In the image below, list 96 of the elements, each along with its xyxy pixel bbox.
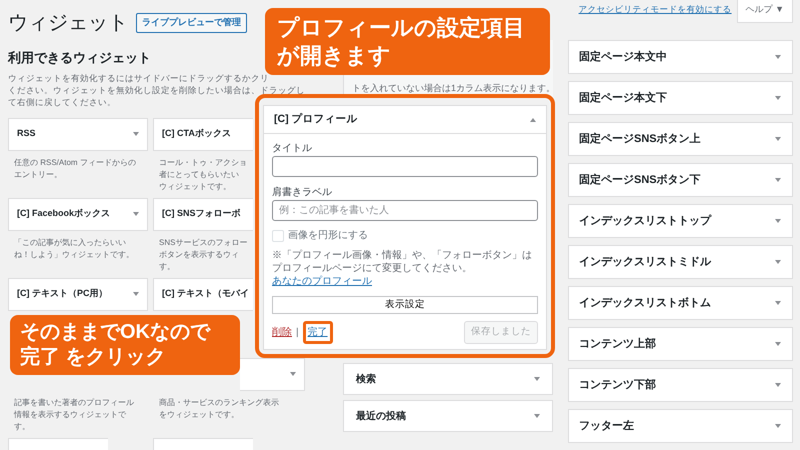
caret-icon	[775, 219, 781, 223]
caret-icon	[775, 55, 781, 59]
widget-description: ね！しよう」ウィジェットです。	[14, 248, 134, 260]
callout-text: 完了 をクリック	[20, 345, 167, 370]
caret-icon	[775, 301, 781, 305]
widget-title: フッター左	[579, 418, 634, 434]
widget-title: コンテンツ下部	[579, 378, 656, 393]
caret-icon	[775, 260, 781, 264]
widget-card[interactable]: RSS	[8, 118, 148, 150]
round-image-checkbox[interactable]	[272, 230, 284, 242]
done-link[interactable]: 完了	[302, 321, 333, 344]
widget-description: 者にとってもらいたい	[159, 168, 239, 180]
profile-link[interactable]: あなたのプロフィール	[272, 276, 372, 287]
caret-icon	[775, 178, 781, 182]
page-title: ウィジェット	[8, 11, 128, 36]
display-settings-button[interactable]: 表示設定	[272, 296, 538, 314]
caret-icon	[133, 212, 139, 216]
widget-title: [C] SNSフォローボ	[162, 207, 240, 220]
callout-text: が開きます	[277, 42, 392, 69]
widget-title: [C] CTAボックス	[162, 127, 231, 140]
widget-description: コール・トゥ・アクショ	[159, 156, 247, 168]
widget-card[interactable]: [C] SNSフォローボ	[153, 198, 253, 230]
widget-description: 記事を書いた著者のプロフィール	[14, 396, 134, 408]
widget-card[interactable]: [C] CTAボックス	[153, 118, 253, 150]
sidebar-description: トを入れていない場合は1カラム表示になります。	[352, 83, 556, 93]
widget-header[interactable]: [C] プロフィール	[264, 106, 546, 134]
caret-icon	[534, 414, 540, 418]
sidebar-widget[interactable]: インデックスリストトップ	[568, 204, 793, 238]
widget-title: [C] テキスト（PC用）	[17, 287, 108, 300]
field-label: 肩書きラベル	[272, 186, 333, 200]
sidebar-widget[interactable]: コンテンツ下部	[568, 368, 793, 402]
widget-title: 固定ページ本文中	[579, 50, 667, 65]
widget-description: す。	[14, 420, 30, 432]
sidebar-widget[interactable]: 固定ページSNSボタン上	[568, 122, 793, 156]
delete-link[interactable]: 削除	[272, 325, 292, 340]
widget-title: [C] Facebookボックス	[17, 207, 110, 220]
section-heading: 利用できるウィジェット	[8, 49, 151, 67]
sidebar-widget[interactable]: 検索	[343, 363, 553, 395]
field-label: タイトル	[272, 142, 313, 156]
sidebar-widget[interactable]: インデックスリストボトム	[568, 286, 793, 320]
checkbox-label: 画像を円形にする	[288, 229, 368, 243]
help-button[interactable]: ヘルプ ▼	[736, 0, 793, 22]
description-text: ください。ウィジェットを無効化し設定を削除したい場合は、ドラッグし	[8, 84, 305, 96]
description-text: ウィジェットを有効化するにはサイドバーにドラッグするかクリ	[8, 72, 269, 84]
caret-icon	[133, 132, 139, 136]
accessibility-link[interactable]: アクセシビリティモードを有効にする	[578, 3, 732, 16]
caret-icon	[775, 383, 781, 387]
widget-description: SNSサービスのフォロー	[159, 236, 248, 248]
caret-icon	[530, 118, 536, 122]
caret-icon	[775, 96, 781, 100]
sidebar-widget[interactable]: 最近の投稿	[343, 400, 553, 432]
widget-title: インデックスリストミドル	[579, 254, 711, 270]
widget-description: 「この記事が気に入ったらいい	[14, 236, 126, 248]
widget-description: 情報を表示するウィジェットで	[14, 408, 126, 420]
widget-card[interactable]	[240, 358, 305, 390]
widget-title: 最近の投稿	[356, 410, 406, 424]
caret-icon	[775, 342, 781, 346]
sidebar-widget[interactable]: 固定ページSNSボタン下	[568, 163, 793, 197]
widget-description: をウィジェットです。	[159, 408, 239, 420]
widget-description: 任意の RSS/Atom フィードからの	[14, 156, 136, 168]
callout-text: プロフィールの設定項目	[277, 14, 526, 42]
widget-title: [C] テキスト（モバイ	[162, 287, 249, 300]
widget-title: 固定ページ本文下	[579, 90, 667, 106]
widget-title: コンテンツ上部	[579, 336, 656, 352]
sidebar-widget[interactable]: コンテンツ上部	[568, 327, 793, 361]
caret-icon	[775, 424, 781, 428]
widget-title: 検索	[356, 372, 376, 386]
sidebar-widget[interactable]: インデックスリストミドル	[568, 245, 793, 279]
widget-title: RSS	[17, 127, 36, 140]
widget-card[interactable]: [C] Facebookボックス	[8, 198, 148, 230]
callout-text: そのままでOKなので	[20, 320, 212, 345]
separator-text: |	[296, 326, 299, 340]
caret-icon	[290, 372, 296, 376]
caret-icon	[133, 292, 139, 296]
widget-description: 商品・サービスのランキング表示	[159, 396, 279, 408]
caret-icon	[775, 137, 781, 141]
widget-description: す。	[159, 260, 175, 272]
caret-icon	[534, 377, 540, 381]
note-text: ※「プロフィール画像・情報」や、「フォローボタン」はプロフィールページにて変更してください。	[272, 249, 533, 275]
widget-description: エントリー。	[14, 168, 62, 180]
widget-card[interactable]: [C] テキスト（PC用）	[8, 278, 148, 310]
widget-title: [C] プロフィール	[274, 112, 358, 127]
caption-input[interactable]: 例：この記事を書いた人	[272, 200, 538, 221]
manage-button[interactable]: ライブプレビューで管理	[136, 13, 247, 33]
description-text: て右側に戻してください。	[8, 96, 116, 108]
widget-description: ウィジェットです。	[159, 180, 231, 192]
widget-title: インデックスリストボトム	[579, 296, 711, 311]
sidebar-widget[interactable]: フッター左	[568, 409, 793, 443]
title-input[interactable]	[272, 156, 538, 177]
widget-description: ボタンを表示するウィ	[159, 248, 239, 260]
sidebar-widget[interactable]: 固定ページ本文下	[568, 81, 793, 115]
widget-title: 固定ページSNSボタン上	[579, 132, 701, 147]
widget-card[interactable]: [C] テキスト（モバイ	[153, 278, 253, 310]
widget-title: インデックスリストトップ	[579, 214, 711, 229]
sidebar-widget[interactable]: 固定ページ本文中	[568, 40, 793, 74]
widget-title: 固定ページSNSボタン下	[579, 172, 701, 188]
